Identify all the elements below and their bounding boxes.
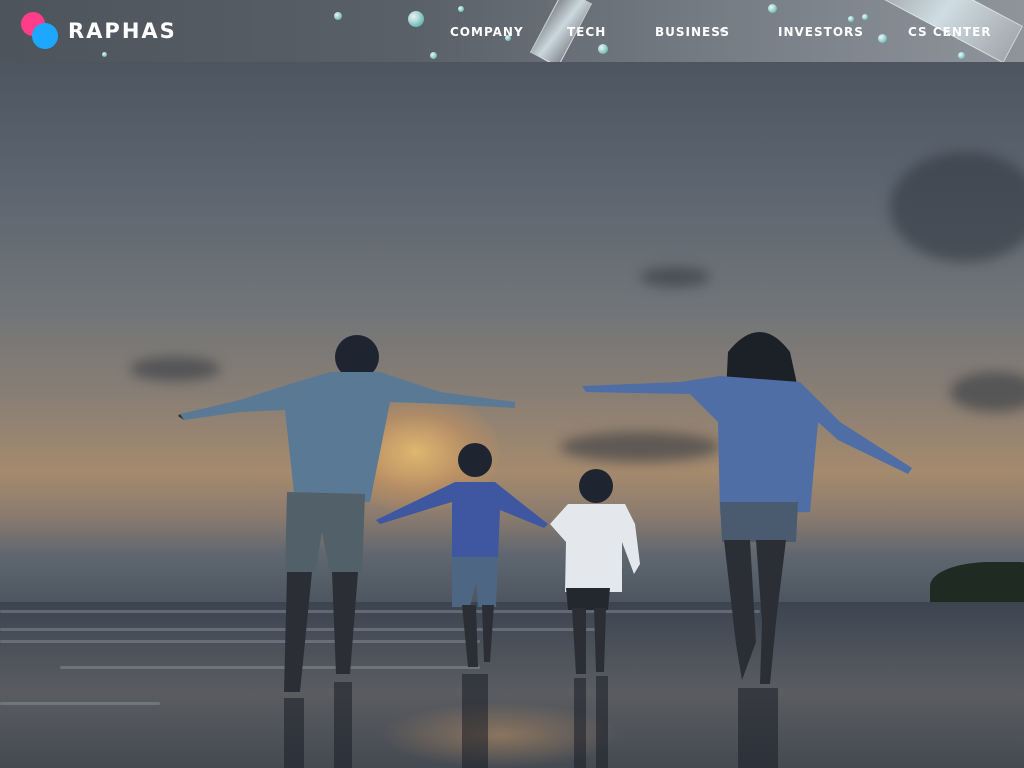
hero-image — [0, 62, 1024, 768]
water-drop-icon — [848, 16, 854, 22]
water-drop-icon — [334, 12, 342, 20]
water-drop-icon — [958, 52, 965, 59]
nav-company[interactable]: COMPANY — [450, 25, 524, 39]
water-drop-icon — [458, 6, 464, 12]
water-drop-icon — [768, 4, 777, 13]
site-header: RAPHAS COMPANY TECH BUSINESS INVESTORS C… — [0, 0, 1024, 62]
main-nav: COMPANY TECH BUSINESS INVESTORS CS CENTE… — [0, 25, 1024, 45]
mother-figure — [582, 332, 912, 684]
water-drop-icon — [598, 44, 608, 54]
nav-tech[interactable]: TECH — [567, 25, 606, 39]
nav-investors[interactable]: INVESTORS — [778, 25, 864, 39]
water-drop-icon — [102, 52, 107, 57]
girl-figure — [550, 469, 640, 674]
nav-cs-center[interactable]: CS CENTER — [908, 25, 992, 39]
water-drop-icon — [430, 52, 437, 59]
water-reflections — [284, 674, 778, 768]
family-silhouette — [178, 332, 912, 768]
boy-figure — [376, 443, 548, 667]
nav-business[interactable]: BUSINESS — [655, 25, 730, 39]
water-drop-icon — [862, 14, 868, 20]
